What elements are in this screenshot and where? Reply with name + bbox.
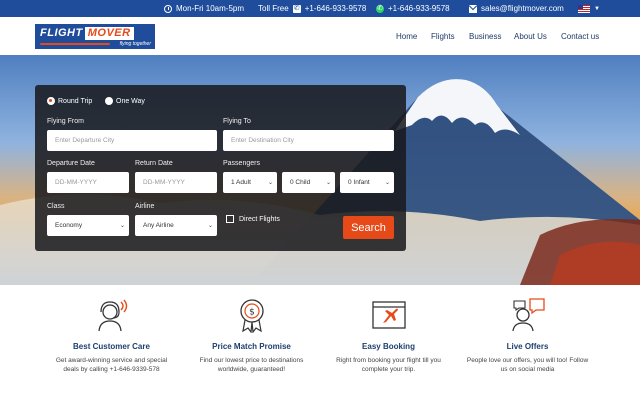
class-value: Economy: [55, 222, 83, 229]
radio-selected-icon: [47, 97, 55, 105]
departure-date-label: Departure Date: [47, 160, 95, 167]
nav-home[interactable]: Home: [396, 17, 417, 55]
direct-flights-checkbox[interactable]: Direct Flights: [226, 215, 280, 223]
flight-search-panel: Round Trip One Way Flying From Enter Dep…: [35, 85, 406, 251]
logo-word-flight: FLIGHT: [40, 27, 83, 39]
class-select[interactable]: Economy ⌄: [47, 215, 129, 236]
top-contact-bar: Mon-Fri 10am-5pm Toll Free ✆ +1-646-933-…: [0, 0, 640, 17]
clock-icon: [164, 4, 172, 13]
direct-flights-label: Direct Flights: [239, 215, 280, 223]
price-badge-icon: $: [239, 299, 264, 333]
tollfree-label: Toll Free: [258, 4, 289, 13]
tollfree-number: +1-646-933-9578: [304, 4, 367, 13]
class-label: Class: [47, 203, 65, 210]
chevron-down-icon: ⌄: [267, 180, 273, 186]
email-link[interactable]: sales@flightmover.com: [469, 0, 564, 17]
whatsapp-link[interactable]: ✆ +1-646-933-9578: [376, 0, 450, 17]
nav-flights[interactable]: Flights: [431, 17, 455, 55]
airline-select[interactable]: Any Airline ⌄: [135, 215, 217, 236]
us-flag-icon: [578, 4, 590, 13]
flying-from-input[interactable]: Enter Departure City: [47, 130, 217, 151]
logo-tagline: flying together: [119, 41, 151, 47]
round-trip-label: Round Trip: [58, 97, 93, 105]
infant-value: 0 Infant: [348, 179, 370, 186]
logo-word-mover: MOVER: [84, 27, 134, 40]
checkbox-icon: [226, 215, 234, 223]
adult-select[interactable]: 1 Adult ⌄: [223, 172, 277, 193]
feature-price-match: $ Price Match Promise Find our lowest pr…: [184, 285, 319, 374]
feature-easy-booking: Easy Booking Right from booking your fli…: [321, 285, 456, 374]
features-section: Best Customer Care Get award-winning ser…: [0, 285, 640, 400]
chevron-down-icon: ⌄: [384, 180, 390, 186]
airline-value: Any Airline: [143, 222, 174, 229]
one-way-label: One Way: [116, 97, 145, 105]
feature-description: Right from booking your flight till you …: [336, 357, 441, 373]
feature-title: Best Customer Care: [73, 342, 150, 351]
headset-agent-icon: [97, 299, 127, 332]
language-selector[interactable]: ▼: [578, 0, 600, 17]
feature-description: People love our offers, you will too! Fo…: [466, 357, 589, 373]
hours-text: Mon-Fri 10am-5pm: [176, 4, 245, 13]
return-date-input[interactable]: DD-MM-YYYY: [135, 172, 217, 193]
mail-icon: [469, 4, 477, 13]
radio-unselected-icon: [105, 97, 113, 105]
chevron-down-icon: ▼: [594, 5, 600, 12]
round-trip-radio[interactable]: Round Trip: [47, 97, 92, 105]
flying-to-label: Flying To: [223, 118, 251, 125]
child-select[interactable]: 0 Child ⌄: [282, 172, 335, 193]
chevron-down-icon: ⌄: [325, 180, 331, 186]
passengers-label: Passengers: [223, 160, 260, 167]
return-date-label: Return Date: [135, 160, 173, 167]
browser-plane-icon: [371, 301, 406, 329]
logo-wordmark: FLIGHT MOVER: [38, 27, 134, 40]
hours-info: Mon-Fri 10am-5pm: [164, 0, 244, 17]
nav-business[interactable]: Business: [469, 17, 501, 55]
logo-swoosh: [40, 43, 110, 45]
feature-description: Find our lowest price to destinations wo…: [199, 357, 304, 373]
hero-banner: Round Trip One Way Flying From Enter Dep…: [0, 55, 640, 285]
feature-title: Easy Booking: [362, 342, 415, 351]
flying-from-label: Flying From: [47, 118, 84, 125]
adult-value: 1 Adult: [231, 179, 251, 186]
search-button[interactable]: Search: [343, 216, 394, 239]
site-logo[interactable]: FLIGHT MOVER flying together: [35, 24, 155, 49]
departure-date-input[interactable]: DD-MM-YYYY: [47, 172, 129, 193]
flying-to-input[interactable]: Enter Destination City: [223, 130, 394, 151]
infant-select[interactable]: 0 Infant ⌄: [340, 172, 394, 193]
feature-description: Get award-winning service and special de…: [55, 357, 168, 373]
svg-text:$: $: [249, 308, 255, 318]
chevron-down-icon: ⌄: [119, 223, 125, 229]
feature-title: Price Match Promise: [212, 342, 291, 351]
one-way-radio[interactable]: One Way: [105, 97, 145, 105]
email-text: sales@flightmover.com: [481, 4, 564, 13]
whatsapp-icon: ✆: [376, 4, 384, 13]
phone-icon: ✆: [292, 4, 301, 13]
tollfree-link[interactable]: Toll Free ✆ +1-646-933-9578: [258, 0, 366, 17]
feature-customer-care: Best Customer Care Get award-winning ser…: [44, 285, 179, 374]
feature-live-offers: Live Offers People love our offers, you …: [460, 285, 595, 374]
airline-label: Airline: [135, 203, 155, 210]
nav-contact-us[interactable]: Contact us: [561, 17, 599, 55]
feature-title: Live Offers: [506, 342, 549, 351]
child-value: 0 Child: [290, 179, 311, 186]
main-navbar: FLIGHT MOVER flying together Home Flight…: [0, 17, 640, 55]
nav-about-us[interactable]: About Us: [514, 17, 547, 55]
whatsapp-number: +1-646-933-9578: [388, 4, 450, 13]
chat-offer-icon: [511, 298, 545, 332]
chevron-down-icon: ⌄: [207, 223, 213, 229]
